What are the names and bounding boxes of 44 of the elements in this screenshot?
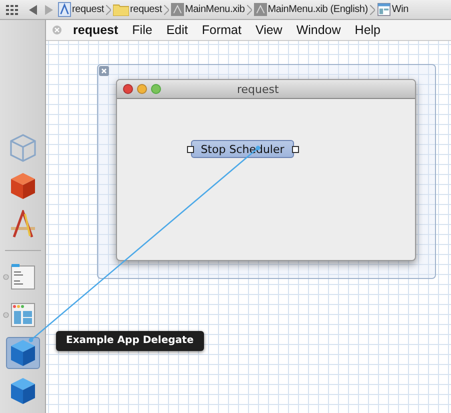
resize-handle[interactable]	[292, 146, 299, 153]
forward-icon[interactable]	[45, 4, 53, 14]
menu-item[interactable]: Format	[202, 23, 242, 37]
dock-item[interactable]	[6, 337, 40, 369]
breadcrumb[interactable]: MainMenu.xib	[170, 3, 245, 16]
stop-scheduler-button[interactable]: Stop Scheduler	[191, 140, 294, 158]
zoom-light-icon[interactable]	[151, 84, 161, 94]
minimize-light-icon[interactable]	[137, 84, 147, 94]
breadcrumb[interactable]: MainMenu.xib (English)	[254, 3, 368, 16]
xib-file-icon	[254, 3, 267, 16]
menu-item[interactable]: View	[255, 23, 282, 37]
grid-icon[interactable]	[6, 4, 18, 14]
chevron-icon	[164, 4, 169, 14]
close-icon[interactable]	[52, 25, 62, 35]
menu-item[interactable]: Edit	[166, 23, 188, 37]
close-icon[interactable]	[99, 66, 109, 76]
menu-item[interactable]: request	[73, 23, 118, 37]
breadcrumb[interactable]: request	[112, 3, 162, 16]
back-icon[interactable]	[29, 4, 37, 14]
wireframe-cube-icon	[10, 134, 36, 162]
window-icon	[376, 3, 391, 16]
close-light-icon[interactable]	[123, 84, 133, 94]
project-file-icon	[58, 2, 71, 17]
xib-file-icon	[170, 3, 184, 16]
cube-icon	[10, 339, 36, 367]
folder-icon	[112, 3, 129, 16]
tooltip: Example App Delegate	[56, 331, 204, 351]
app-tool-icon	[10, 210, 36, 238]
chevron-icon	[246, 4, 252, 14]
window-icon	[10, 303, 34, 327]
chevron-icon	[106, 4, 111, 14]
resize-handle[interactable]	[187, 146, 194, 153]
breadcrumb[interactable]: Win	[376, 3, 409, 16]
breadcrumb[interactable]: request	[58, 2, 104, 17]
menu-item[interactable]: Window	[296, 23, 341, 37]
window-title: request	[237, 82, 279, 96]
chevron-icon	[370, 4, 375, 14]
menu-item[interactable]: File	[132, 23, 152, 37]
disclosure-icon[interactable]	[2, 312, 8, 318]
disclosure-icon[interactable]	[2, 274, 8, 280]
menu-icon	[10, 264, 34, 290]
cube-icon	[10, 172, 36, 200]
cube-icon	[10, 377, 36, 405]
menu-item[interactable]: Help	[354, 23, 381, 37]
